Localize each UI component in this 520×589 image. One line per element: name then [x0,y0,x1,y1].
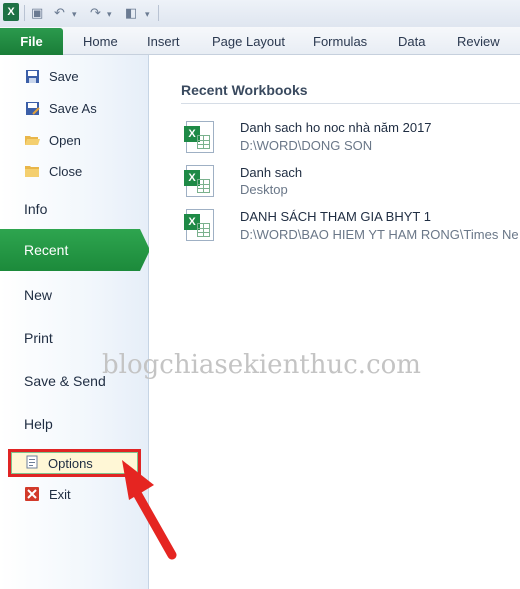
exit-icon [24,486,40,502]
watermark-text: blogchiasekienthuc.com [102,350,421,380]
workbook-path: D:\WORD\BAO HIEM YT HAM RONG\Times Ne [240,227,519,242]
nav-close-label: Close [49,163,83,179]
workbook-path: D:\WORD\DONG SON [240,138,373,153]
nav-exit-label: Exit [49,486,71,502]
save-as-icon [24,100,40,116]
title-divider [181,103,520,104]
nav-info[interactable]: Info [24,201,47,217]
recent-workbooks-title: Recent Workbooks [181,82,308,98]
excel-logo-icon: X [3,3,19,21]
save-icon[interactable]: ▣ [31,5,43,21]
red-arrow-icon [122,460,177,560]
tab-file[interactable]: File [0,28,63,55]
print-preview-icon[interactable]: ◧ [125,5,137,21]
nav-save-label: Save [49,68,79,84]
toolbar-divider [158,5,159,21]
nav-open[interactable]: Open [0,128,148,152]
nav-open-label: Open [49,132,81,148]
tab-formulas[interactable]: Formulas [313,34,367,49]
workbook-path: Desktop [240,182,288,197]
workbook-name[interactable]: Danh sach [240,165,302,180]
nav-help[interactable]: Help [24,416,53,432]
excel-workbook-icon: X [184,209,214,241]
customize-toolbar-icon[interactable]: ▾ [145,9,150,20]
excel-workbook-icon: X [184,121,214,153]
nav-save-as-label: Save As [49,100,97,116]
close-folder-icon [24,163,40,179]
toolbar-divider [24,5,25,21]
recent-workbooks-panel: Recent Workbooks X Danh sach ho noc nhà … [149,55,520,589]
workbook-name[interactable]: Danh sach ho noc nhà năm 2017 [240,120,432,135]
nav-print[interactable]: Print [24,330,53,346]
nav-options-label: Options [48,455,93,471]
tab-data[interactable]: Data [398,34,425,49]
undo-dropdown-icon[interactable]: ▾ [72,9,77,20]
open-folder-icon [24,132,40,148]
quick-access-toolbar: X ▣ ↶ ▾ ↷ ▾ ◧ ▾ [0,0,520,27]
nav-save-send[interactable]: Save & Send [24,373,106,389]
tab-insert[interactable]: Insert [147,34,180,49]
save-icon [24,68,40,84]
nav-new[interactable]: New [24,287,52,303]
nav-close[interactable]: Close [0,159,148,183]
nav-save-as[interactable]: Save As [0,96,148,120]
redo-icon[interactable]: ↷ [90,5,101,21]
tab-page-layout[interactable]: Page Layout [212,34,285,49]
tab-home[interactable]: Home [83,34,118,49]
undo-icon[interactable]: ↶ [54,5,65,21]
workbook-name[interactable]: DANH SÁCH THAM GIA BHYT 1 [240,209,431,224]
options-document-icon [26,455,38,472]
nav-recent-label: Recent [24,242,69,258]
tab-review[interactable]: Review [457,34,500,49]
redo-dropdown-icon[interactable]: ▾ [107,9,112,20]
ribbon-tabs: Home Insert Page Layout Formulas Data Re… [0,27,520,55]
nav-recent[interactable]: Recent [0,229,150,271]
excel-workbook-icon: X [184,165,214,197]
nav-save[interactable]: Save [0,64,148,88]
